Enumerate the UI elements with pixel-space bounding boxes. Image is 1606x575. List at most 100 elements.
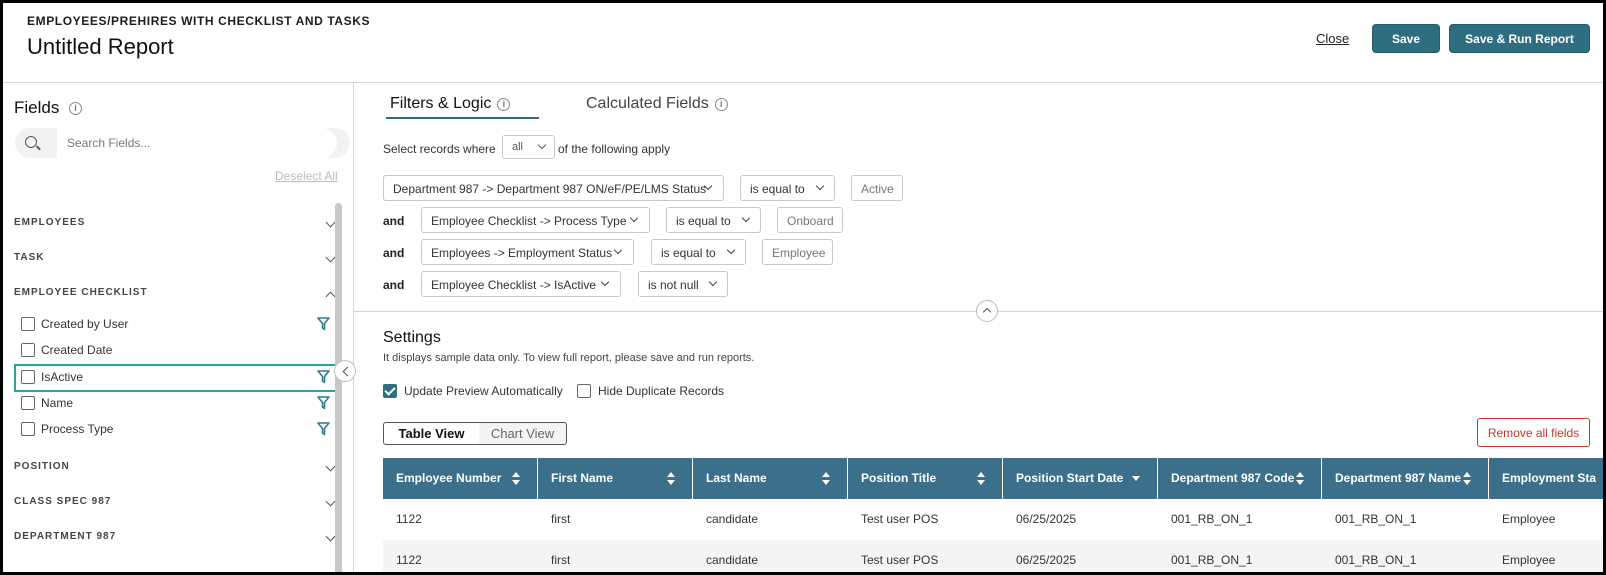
condition-field-value: Employees -> Employment Status (431, 246, 613, 260)
deselect-all-link[interactable]: Deselect All (275, 169, 338, 183)
column-header[interactable]: Department 987 Code (1158, 458, 1322, 499)
condition-operator-select[interactable]: is equal to (740, 175, 835, 201)
sort-icon[interactable] (822, 472, 830, 486)
column-header[interactable]: Position Start Date (1003, 458, 1158, 499)
field-label: IsActive (41, 370, 84, 384)
column-header-label: Position Title (861, 471, 937, 485)
field-label: Name (41, 396, 74, 410)
condition-value-input[interactable]: Employee (762, 239, 833, 265)
match-mode-select[interactable]: all (502, 135, 555, 159)
filter-icon[interactable] (317, 317, 330, 331)
sort-icon[interactable] (512, 472, 520, 486)
section-label: TASK (14, 252, 45, 263)
active-tab-indicator (386, 117, 539, 119)
table-cell: candidate (693, 540, 848, 572)
condition-field-select[interactable]: Employees -> Employment Status (421, 239, 634, 265)
section-department-987[interactable]: DEPARTMENT 987 (14, 528, 336, 548)
sort-descending-icon[interactable] (1132, 472, 1140, 486)
field-checkbox[interactable] (21, 343, 35, 357)
info-icon[interactable]: i (714, 98, 728, 111)
info-icon[interactable]: i (69, 102, 82, 115)
table-cell: Employee (1489, 540, 1603, 572)
chevron-down-icon (708, 277, 718, 287)
tab-calculated-fields[interactable]: Calculated Fields i (586, 95, 728, 113)
report-header: EMPLOYEES/PREHIRES WITH CHECKLIST AND TA… (3, 3, 1603, 83)
condition-field-select[interactable]: Department 987 -> Department 987 ON/eF/P… (383, 175, 724, 201)
chevron-down-icon (613, 245, 623, 255)
field-label: Created by User (41, 317, 129, 331)
condition-value-input[interactable]: Active (851, 175, 903, 201)
save-button[interactable]: Save (1372, 24, 1440, 53)
report-title[interactable]: Untitled Report (27, 34, 174, 60)
table-cell: 001_RB_ON_1 (1322, 499, 1489, 540)
column-header[interactable]: Department 987 Name (1322, 458, 1489, 499)
section-employees[interactable]: EMPLOYEES (14, 214, 336, 234)
field-item-isactive[interactable]: IsActive (14, 364, 338, 392)
field-checkbox[interactable] (21, 422, 35, 436)
conjunction-label: and (383, 214, 405, 228)
save-and-run-button[interactable]: Save & Run Report (1449, 24, 1590, 53)
search-fields-input[interactable] (57, 128, 337, 158)
cell-text: Employee (1502, 553, 1556, 567)
column-header-label: Last Name (706, 471, 767, 485)
condition-value-input[interactable]: Onboard (777, 207, 843, 233)
tab-filters-logic[interactable]: Filters & Logic i (390, 95, 511, 113)
cell-text: Employee (1502, 512, 1556, 526)
sort-icon[interactable] (1296, 472, 1304, 486)
update-preview-label: Update Preview Automatically (404, 384, 563, 398)
filter-icon[interactable] (317, 370, 330, 384)
chevron-down-icon (325, 252, 336, 263)
collapse-fields-panel-button[interactable] (334, 360, 356, 382)
column-header[interactable]: Position Title (848, 458, 1003, 499)
section-task[interactable]: TASK (14, 249, 336, 269)
cell-text: 001_RB_ON_1 (1335, 512, 1417, 526)
section-position[interactable]: POSITION (14, 458, 336, 478)
table-cell: first (538, 540, 693, 572)
table-cell: 001_RB_ON_1 (1158, 540, 1322, 572)
column-header[interactable]: First Name (538, 458, 693, 499)
close-link[interactable]: Close (1316, 31, 1349, 46)
condition-operator-select[interactable]: is equal to (666, 207, 761, 233)
column-header[interactable]: Last Name (693, 458, 848, 499)
field-item-created-date[interactable]: Created Date (14, 337, 338, 363)
cell-text: Test user POS (861, 512, 939, 526)
field-checkbox[interactable] (21, 370, 35, 384)
field-item-process-type[interactable]: Process Type (14, 416, 338, 442)
table-cell: 001_RB_ON_1 (1158, 499, 1322, 540)
table-view-button[interactable]: Table View (384, 423, 479, 444)
condition-operator-select[interactable]: is equal to (651, 239, 746, 265)
column-header[interactable]: Employee Number (383, 458, 538, 499)
column-header[interactable]: Employment Sta (1489, 458, 1603, 499)
condition-field-value: Department 987 -> Department 987 ON/eF/P… (393, 182, 707, 196)
sort-icon[interactable] (977, 472, 985, 486)
table-row: 1122 first candidate Test user POS 06/25… (383, 540, 1603, 572)
chevron-down-icon (537, 140, 547, 150)
section-class-spec-987[interactable]: CLASS SPEC 987 (14, 493, 336, 513)
cell-text: 06/25/2025 (1016, 553, 1077, 567)
info-icon[interactable]: i (497, 98, 511, 111)
field-checkbox[interactable] (21, 396, 35, 410)
field-label: Created Date (41, 343, 113, 357)
condition-operator-select[interactable]: is not null (638, 271, 728, 297)
chart-view-button[interactable]: Chart View (479, 423, 566, 444)
field-item-created-by-user[interactable]: Created by User (14, 311, 338, 337)
field-checkbox[interactable] (21, 317, 35, 331)
chevron-down-icon (815, 181, 825, 191)
table-cell: Test user POS (848, 540, 1003, 572)
condition-field-select[interactable]: Employee Checklist -> IsActive (421, 271, 621, 297)
field-item-name[interactable]: Name (14, 390, 338, 416)
filter-icon[interactable] (317, 396, 330, 410)
condition-field-select[interactable]: Employee Checklist -> Process Type (421, 207, 650, 233)
column-header-label: Position Start Date (1016, 471, 1124, 485)
hide-duplicates-label: Hide Duplicate Records (598, 384, 725, 398)
remove-all-fields-button[interactable]: Remove all fields (1477, 418, 1590, 447)
filter-icon[interactable] (317, 422, 330, 436)
fields-scrollbar[interactable] (335, 203, 342, 572)
sort-icon[interactable] (1463, 472, 1471, 486)
collapse-filters-button[interactable] (976, 300, 998, 322)
sort-icon[interactable] (667, 472, 675, 486)
table-row: 1122 first candidate Test user POS 06/25… (383, 499, 1603, 540)
table-cell: Employee (1489, 499, 1603, 540)
cell-text: 1122 (396, 553, 422, 567)
section-employee-checklist[interactable]: EMPLOYEE CHECKLIST (14, 284, 336, 304)
